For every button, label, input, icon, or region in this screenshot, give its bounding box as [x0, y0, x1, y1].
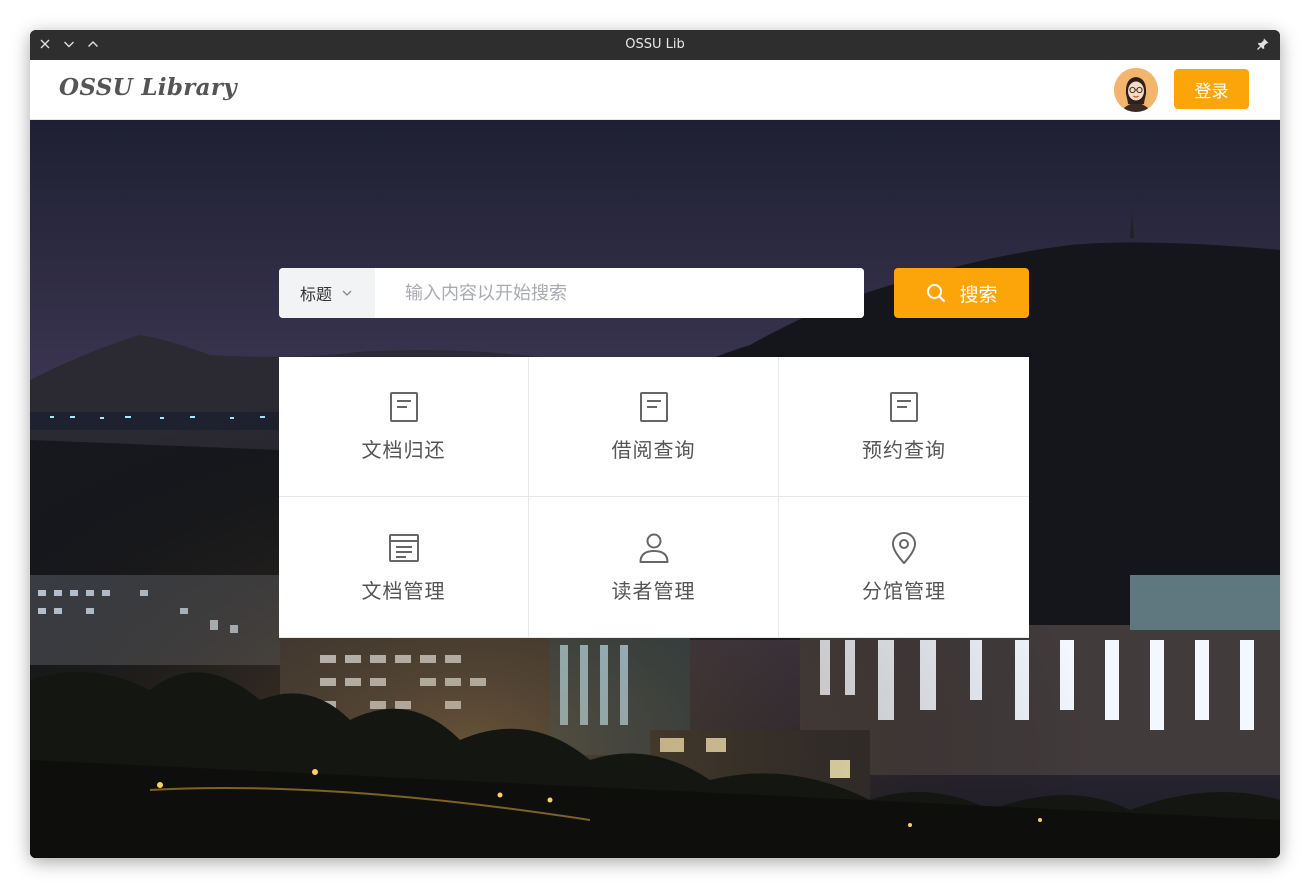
document-icon — [890, 392, 918, 422]
app-logo[interactable]: OSSU Library — [59, 74, 237, 101]
search-icon — [927, 284, 946, 302]
document-icon — [639, 392, 668, 422]
hero-background: 标题 搜索 文档归还 — [30, 120, 1280, 858]
document-list-icon — [388, 533, 419, 562]
tile-document-management[interactable]: 文档管理 — [279, 497, 528, 637]
search-button[interactable]: 搜索 — [894, 268, 1029, 318]
user-icon — [639, 533, 668, 563]
search-input[interactable] — [375, 268, 864, 318]
login-button[interactable]: 登录 — [1174, 69, 1249, 109]
tile-label: 借阅查询 — [611, 438, 696, 462]
search-field-select[interactable]: 标题 — [279, 268, 375, 318]
avatar[interactable] — [1114, 68, 1158, 112]
app-window: OSSU Lib OSSU Library 登录 标题 输入内容以开始搜索 搜索… — [30, 30, 1280, 858]
title-bar: OSSU Lib — [30, 30, 1280, 60]
tile-reservation-query[interactable]: 预约查询 — [779, 357, 1029, 496]
tile-label: 文档管理 — [361, 578, 446, 603]
tile-label: 分馆管理 — [862, 578, 946, 603]
search-field-selected: 标题 — [299, 285, 332, 304]
location-pin-icon — [892, 531, 916, 564]
document-icon — [389, 392, 418, 422]
tile-label: 文档归还 — [361, 438, 446, 462]
tile-branch-management[interactable]: 分馆管理 — [779, 497, 1029, 637]
search-button-label: 搜索 — [959, 283, 998, 306]
tile-label: 预约查询 — [862, 438, 946, 462]
search-bar: 标题 — [279, 268, 864, 318]
function-grid: 文档归还 借阅查询 预约查询 文档管理 读者管理 分馆管理 — [279, 357, 1029, 638]
chevron-down-icon — [342, 290, 352, 296]
pin-icon[interactable] — [1256, 37, 1270, 51]
tile-document-return[interactable]: 文档归还 — [279, 357, 528, 496]
tile-borrow-query[interactable]: 借阅查询 — [529, 357, 778, 496]
window-title: OSSU Lib — [625, 37, 685, 52]
avatar-image — [1114, 68, 1158, 112]
tile-label: 读者管理 — [611, 578, 696, 603]
app-header: OSSU Library 登录 — [30, 60, 1280, 120]
tile-reader-management[interactable]: 读者管理 — [529, 497, 778, 637]
